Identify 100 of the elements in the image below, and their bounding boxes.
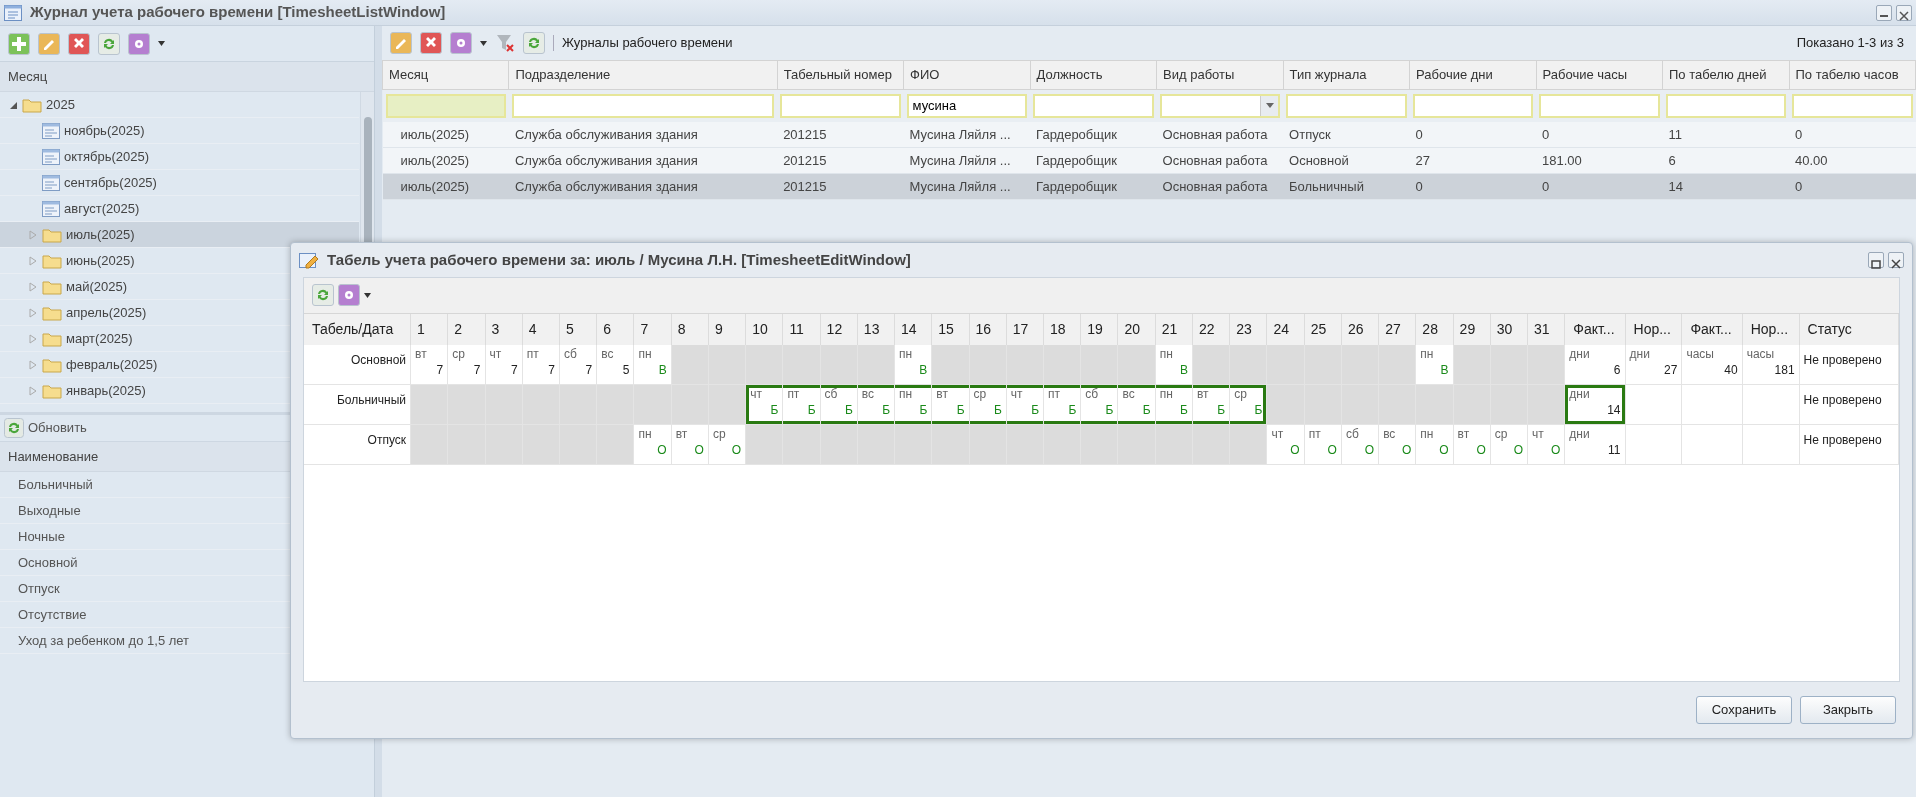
table-cell: Основной xyxy=(1283,147,1410,174)
code-text: В xyxy=(1439,361,1449,378)
weekday-text: пн xyxy=(899,387,914,403)
tree-label: июнь(2025) xyxy=(66,251,135,270)
weekday-text: вт xyxy=(1457,427,1471,443)
table-cell: Мусина Ляйля ... xyxy=(903,121,1031,148)
tree-label: февраль(2025) xyxy=(66,355,158,374)
hours-text: 7 xyxy=(435,361,444,378)
code-text: Б xyxy=(1253,402,1263,419)
table-cell: 181.00 xyxy=(1536,147,1663,174)
code-text: О xyxy=(1549,442,1561,459)
code-text: О xyxy=(656,442,667,459)
hours-text: 7 xyxy=(547,361,555,378)
table-cell: Служба обслуживания здания xyxy=(509,121,778,148)
row-label: Основной xyxy=(304,344,411,385)
code-text: Б xyxy=(1030,402,1039,419)
weekday-text: пн xyxy=(1159,346,1174,362)
unit-text: часы xyxy=(1746,346,1776,362)
table-cell: 6 xyxy=(1662,147,1789,174)
table-cell: 27 xyxy=(1409,147,1537,174)
code-text: Б xyxy=(806,402,816,419)
hours-text: 7 xyxy=(584,361,593,378)
code-text: О xyxy=(1401,442,1412,459)
weekday-text: пн xyxy=(899,346,914,362)
status-cell: Не проверено xyxy=(1799,424,1899,465)
table-cell: 0 xyxy=(1536,121,1663,148)
weekday-text: пт xyxy=(787,387,801,403)
weekday-text: чт xyxy=(750,387,763,403)
weekday-text: чт xyxy=(1271,427,1285,443)
weekday-text: сб xyxy=(1345,427,1360,443)
table-cell: 0 xyxy=(1536,173,1663,200)
code-text: В xyxy=(918,361,928,378)
tree-label: сентябрь(2025) xyxy=(64,173,157,192)
weekday-text: пн xyxy=(1159,387,1174,403)
table-cell: 201215 xyxy=(777,173,904,200)
table-cell: Мусина Ляйля ... xyxy=(903,173,1031,200)
weekday-text: вт xyxy=(936,387,949,403)
tree-label: 2025 xyxy=(46,95,75,114)
tree-label: август(2025) xyxy=(64,199,140,218)
code-text: В xyxy=(657,361,667,378)
unit-text: дни xyxy=(1569,427,1591,443)
weekday-text: вс xyxy=(861,387,876,403)
panel-title: Журналы рабочего времени xyxy=(562,34,733,53)
table-cell: июль(2025) xyxy=(382,173,509,200)
code-text: О xyxy=(693,442,704,459)
weekday-text: ср xyxy=(1234,387,1248,403)
table-cell: 0 xyxy=(1789,173,1916,200)
table-cell: 11 xyxy=(1662,121,1789,148)
weekday-text: сб xyxy=(1085,387,1100,403)
weekday-text: чт xyxy=(1532,427,1545,443)
code-text: Б xyxy=(955,402,965,419)
table-cell: 201215 xyxy=(777,147,904,174)
window-title: Журнал учета рабочего времени [TimesheetListWindow] xyxy=(30,2,446,23)
table-cell: Основная работа xyxy=(1156,147,1284,174)
weekday-text: пн xyxy=(1420,346,1435,362)
table-cell: 0 xyxy=(1409,173,1537,200)
weekday-text: вт xyxy=(1196,387,1210,403)
table-cell: Служба обслуживания здания xyxy=(509,147,778,174)
paging-info: Показано 1-3 из 3 xyxy=(1796,34,1905,53)
table-cell: 0 xyxy=(1789,121,1916,148)
weekday-text: пн xyxy=(638,346,653,362)
table-cell: Больничный xyxy=(1283,173,1410,200)
table-cell: Служба обслуживания здания xyxy=(509,173,778,200)
row-label: Отпуск xyxy=(304,424,411,465)
weekday-text: чт xyxy=(489,346,503,362)
table-cell: 0 xyxy=(1409,121,1537,148)
code-text: О xyxy=(1475,442,1486,459)
status-cell: Не проверено xyxy=(1799,344,1899,385)
table-cell: 14 xyxy=(1662,173,1789,200)
table-cell: июль(2025) xyxy=(382,121,509,148)
code-text: О xyxy=(1363,442,1375,459)
code-text: О xyxy=(1289,442,1300,459)
weekday-text: вс xyxy=(1122,387,1136,403)
table-cell: Гардеробщик xyxy=(1030,147,1157,174)
code-text: В xyxy=(1178,361,1188,378)
total-value: 27 xyxy=(1663,361,1678,378)
weekday-text: ср xyxy=(452,346,466,362)
code-text: О xyxy=(1326,442,1337,459)
row-label: Больничный xyxy=(304,384,411,425)
total-value: 181 xyxy=(1773,361,1795,378)
weekday-text: пн xyxy=(638,427,653,443)
weekday-text: вс xyxy=(601,346,615,362)
weekday-text: пт xyxy=(526,346,540,362)
weekday-text: пт xyxy=(1048,387,1061,403)
weekday-text: ср xyxy=(712,427,727,443)
tree-label: апрель(2025) xyxy=(66,303,147,322)
hours-text: 5 xyxy=(621,361,630,378)
table-cell: Основная работа xyxy=(1156,121,1284,148)
table-cell: Гардеробщик xyxy=(1030,173,1157,200)
code-text: Б xyxy=(1067,402,1077,419)
hours-text: 7 xyxy=(510,361,518,378)
weekday-text: вт xyxy=(675,427,689,443)
column-header: Месяц xyxy=(0,62,374,92)
tree-label: январь(2025) xyxy=(66,381,146,400)
table-cell: Отпуск xyxy=(1283,121,1410,148)
weekday-text: чт xyxy=(1010,387,1024,403)
unit-text: дни xyxy=(1629,346,1651,362)
status-cell: Не проверено xyxy=(1799,384,1899,425)
total-value: 6 xyxy=(1612,361,1621,378)
table-cell: Гардеробщик xyxy=(1030,121,1157,148)
